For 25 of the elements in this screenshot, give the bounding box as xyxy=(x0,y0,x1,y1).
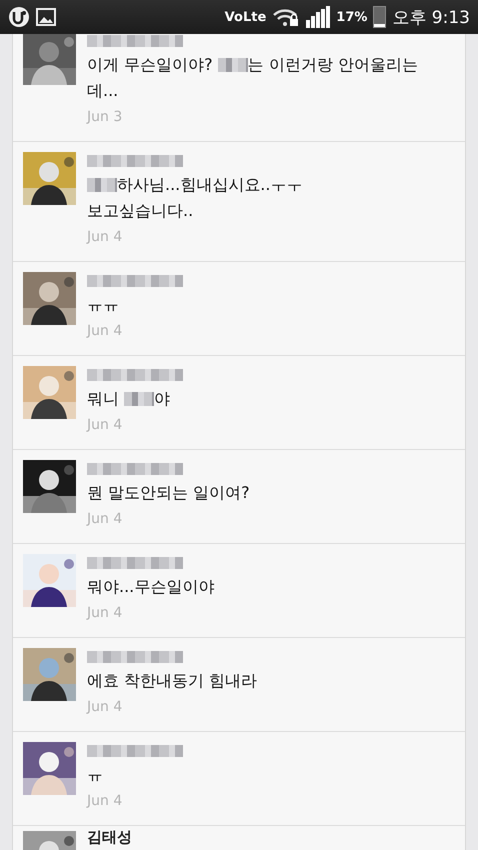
author-name: 김태성 xyxy=(87,829,133,846)
network-label: VoLte xyxy=(224,10,266,24)
carrier-logo-icon xyxy=(8,6,30,28)
comment-date: Jun 4 xyxy=(87,416,124,435)
comment-text: 에효 착한내동기 힘내라 xyxy=(87,670,258,692)
comment-text: 뭐니 야 xyxy=(87,388,172,410)
comment-text: ㅠ xyxy=(87,764,104,786)
battery-percent: 17% xyxy=(336,10,368,24)
comment-text: 이게 무슨일이야? 는 이런거랑 안어울리는 데... xyxy=(87,54,419,102)
comment-date: Jun 4 xyxy=(87,698,124,717)
signal-icon xyxy=(306,6,330,28)
comment-date: Jun 4 xyxy=(87,792,124,811)
battery-icon xyxy=(373,6,386,28)
comment-date: Jun 3 xyxy=(87,108,124,127)
comment-text: 뭔 말도안되는 일이여? xyxy=(87,482,251,504)
comment-date: Jun 4 xyxy=(87,510,124,529)
comment-text: 뭐야...무슨일이야 xyxy=(87,576,216,598)
comment-text: 하사님...힘내십시요..ㅜㅜ 보고싶습니다.. xyxy=(87,174,304,222)
image-icon xyxy=(36,7,56,27)
comment-text: ㅠㅠ xyxy=(87,294,120,316)
clock: 오후 9:13 xyxy=(392,6,470,28)
comment-date: Jun 4 xyxy=(87,228,124,247)
comment-date: Jun 4 xyxy=(87,322,124,341)
wifi-icon xyxy=(272,7,300,27)
comment-date: Jun 4 xyxy=(87,604,124,623)
